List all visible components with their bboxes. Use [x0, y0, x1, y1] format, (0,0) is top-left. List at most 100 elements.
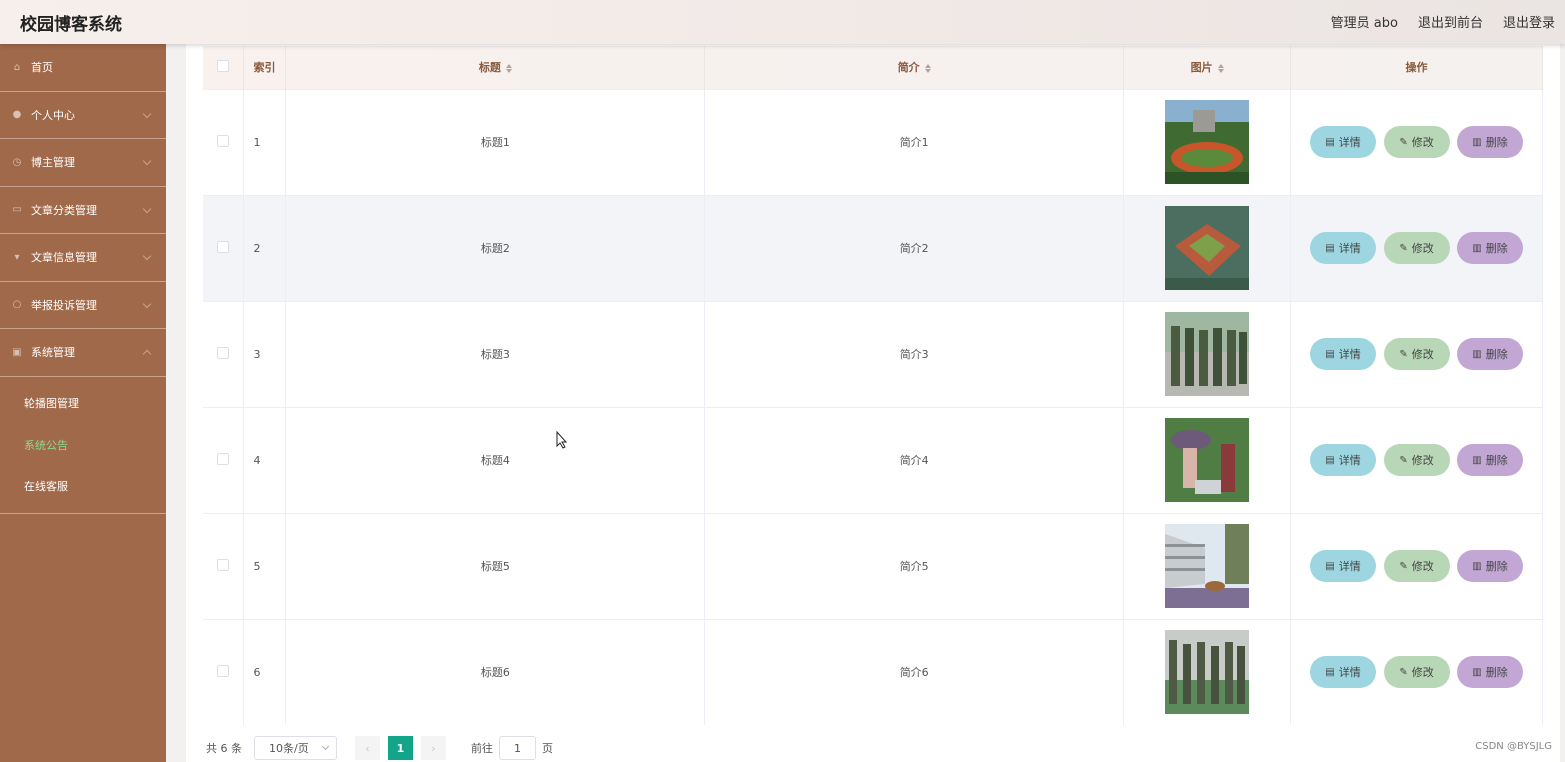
campus-aerial-thumbnail[interactable] [1165, 206, 1250, 290]
detail-button[interactable]: ▤ 详情 [1310, 338, 1377, 370]
monitor-icon: ▾ [14, 251, 20, 263]
document-icon: ▤ [1325, 348, 1335, 360]
pagination: 共 6 条 10条/页 ‹ 1 › 前往 1 页 [206, 736, 553, 760]
row-image-cell [1123, 195, 1292, 301]
row-select-cell [203, 89, 245, 195]
select-all-checkbox[interactable] [217, 59, 230, 72]
row-select-cell [203, 195, 245, 301]
goto-label: 前往 [471, 742, 493, 755]
row-checkbox[interactable] [217, 452, 230, 465]
clock-icon: ◷ [12, 156, 22, 168]
sort-icon[interactable] [924, 63, 931, 73]
edit-button-label: 修改 [1411, 454, 1434, 467]
sidebar-item-blogger-management[interactable]: ◷ 博主管理 [0, 139, 166, 187]
delete-button[interactable]: ▥ 删除 [1457, 126, 1524, 158]
delete-button[interactable]: ▥ 删除 [1457, 656, 1524, 689]
page-size-value: 10条/页 [269, 742, 309, 755]
sidebar: ⌂ 首页 ● 个人中心 ◷ 博主管理 ▭ 文章分类管理 ▾ 文章信息管理 ○ 举… [0, 44, 166, 762]
sort-icon[interactable] [505, 63, 512, 73]
header-intro[interactable]: 简介 [704, 46, 1125, 89]
to-front-link[interactable]: 退出到前台 [1418, 12, 1483, 31]
sidebar-item-report-complaint[interactable]: ○ 举报投诉管理 [0, 282, 166, 329]
marching-students-thumbnail[interactable] [1165, 630, 1250, 715]
row-index: 6 [243, 619, 287, 725]
row-actions: ▤ 详情 ✎ 修改 ▥ 删除 [1290, 89, 1543, 195]
edit-button-label: 修改 [1411, 136, 1434, 149]
detail-button[interactable]: ▤ 详情 [1310, 550, 1377, 582]
keyboard-icon: ▭ [12, 204, 22, 216]
header-image-label: 图片 [1190, 61, 1213, 75]
sort-icon[interactable] [1217, 63, 1224, 73]
power-icon: ○ [12, 299, 22, 311]
edit-button[interactable]: ✎ 修改 [1383, 126, 1450, 158]
sidebar-subitem-online-service[interactable]: 在线客服 [0, 466, 166, 508]
header-image[interactable]: 图片 [1123, 46, 1292, 89]
delete-button[interactable]: ▥ 删除 [1457, 444, 1524, 476]
next-page-button[interactable]: › [421, 736, 446, 760]
edit-button[interactable]: ✎ 修改 [1383, 656, 1450, 689]
sidebar-item-label: 文章分类管理 [31, 203, 97, 217]
row-title: 标题1 [285, 89, 706, 195]
delete-button-label: 删除 [1485, 666, 1508, 680]
sidebar-item-home[interactable]: ⌂ 首页 [0, 44, 166, 92]
row-checkbox[interactable] [217, 664, 230, 677]
delete-button-label: 删除 [1485, 454, 1508, 467]
row-checkbox[interactable] [217, 346, 230, 359]
delete-button-label: 删除 [1485, 136, 1508, 149]
row-select-cell [203, 513, 245, 619]
military-training-thumbnail[interactable] [1165, 312, 1250, 396]
detail-button[interactable]: ▤ 详情 [1310, 656, 1377, 689]
row-checkbox[interactable] [217, 134, 230, 147]
table-row: 5 标题5 简介5 ▤ 详情 ✎ 修改 ▥ 删除 [203, 513, 1543, 619]
delete-button[interactable]: ▥ 删除 [1457, 550, 1524, 582]
sidebar-subitem-announcement[interactable]: 系统公告 [0, 424, 166, 466]
select-all-cell [203, 46, 245, 89]
table-row: 2 标题2 简介2 ▤ 详情 ✎ 修改 ▥ 删除 [203, 195, 1543, 301]
delete-button[interactable]: ▥ 删除 [1457, 338, 1524, 370]
sidebar-item-system-management[interactable]: ▣ 系统管理 [0, 329, 166, 377]
header-title[interactable]: 标题 [285, 46, 706, 89]
sidebar-item-label: 首页 [31, 61, 53, 75]
prev-page-button[interactable]: ‹ [355, 736, 380, 760]
chevron-down-icon [321, 742, 330, 751]
students-umbrella-thumbnail[interactable] [1165, 418, 1250, 502]
detail-button[interactable]: ▤ 详情 [1310, 444, 1377, 476]
row-checkbox[interactable] [217, 558, 230, 571]
goto-page-input[interactable]: 1 [499, 736, 536, 760]
detail-button[interactable]: ▤ 详情 [1310, 126, 1377, 158]
mouse-cursor-icon [556, 431, 568, 449]
sidebar-subitem-carousel[interactable]: 轮播图管理 [0, 383, 166, 425]
delete-button-label: 删除 [1485, 560, 1508, 573]
edit-button[interactable]: ✎ 修改 [1383, 338, 1450, 370]
chevron-up-icon [142, 349, 152, 359]
pencil-icon: ✎ [1399, 560, 1408, 572]
page-size-select[interactable]: 10条/页 [254, 736, 337, 760]
edit-button[interactable]: ✎ 修改 [1383, 232, 1450, 264]
logout-link[interactable]: 退出登录 [1503, 12, 1555, 31]
row-intro: 简介2 [704, 195, 1125, 301]
sidebar-item-article-info[interactable]: ▾ 文章信息管理 [0, 234, 166, 282]
table-row: 4 标题4 简介4 ▤ 详情 ✎ 修改 ▥ 删除 [203, 407, 1543, 513]
detail-button[interactable]: ▤ 详情 [1310, 232, 1377, 264]
sidebar-item-label: 博主管理 [31, 156, 75, 170]
row-checkbox[interactable] [217, 240, 230, 253]
sidebar-item-article-category[interactable]: ▭ 文章分类管理 [0, 187, 166, 234]
row-index: 1 [243, 89, 287, 195]
main-content: 索引 标题 简介 图片 操作 1 标题1 简介1 ▤详情 ✎修改 ▥删除 [186, 44, 1560, 762]
row-index: 4 [243, 407, 287, 513]
campus-field-thumbnail[interactable] [1165, 100, 1250, 184]
edit-button[interactable]: ✎ 修改 [1383, 444, 1450, 476]
chevron-down-icon [142, 204, 152, 213]
row-title: 标题4 [285, 407, 706, 513]
row-actions: ▤ 详情 ✎ 修改 ▥ 删除 [1290, 513, 1543, 619]
admin-user-label[interactable]: 管理员 abo [1331, 12, 1398, 31]
chevron-down-icon [142, 156, 152, 166]
sidebar-item-personal-center[interactable]: ● 个人中心 [0, 92, 166, 139]
chevron-down-icon [142, 251, 152, 261]
edit-button-label: 修改 [1411, 348, 1434, 361]
delete-button[interactable]: ▥ 删除 [1457, 232, 1524, 264]
page-number-active[interactable]: 1 [388, 736, 413, 760]
page-unit-label: 页 [542, 742, 553, 755]
edit-button[interactable]: ✎ 修改 [1383, 550, 1450, 582]
campus-building-thumbnail[interactable] [1165, 524, 1250, 608]
